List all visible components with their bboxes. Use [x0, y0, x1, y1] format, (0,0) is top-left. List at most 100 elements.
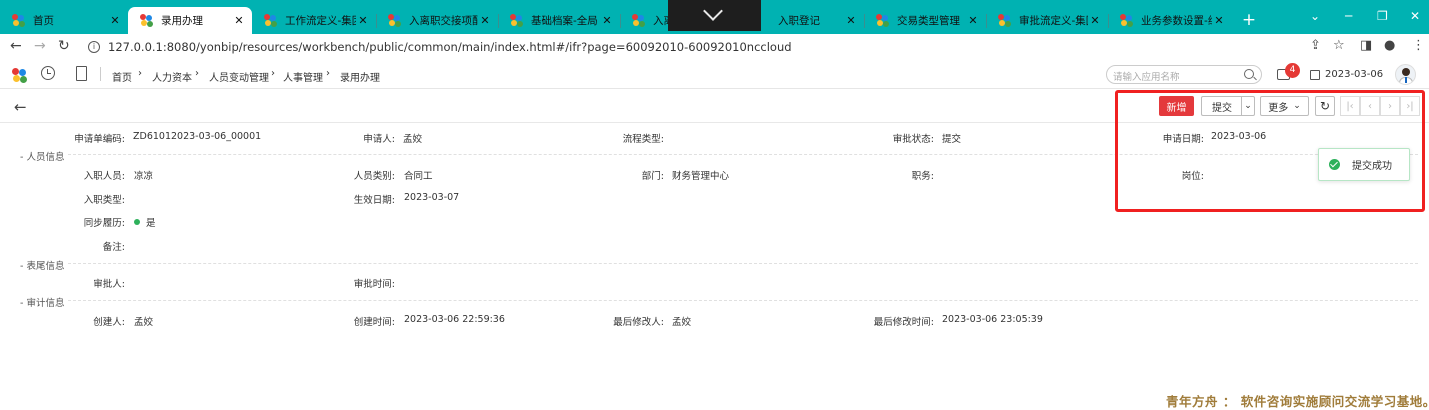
close-icon[interactable]: ✕ [356, 14, 370, 27]
yonyou-favicon-icon [12, 14, 25, 27]
tab-title: 入职登记 [778, 15, 820, 27]
breadcrumb-personnel-mgmt[interactable]: 人事管理 [283, 69, 323, 84]
entrant-label: 入职人员: [83, 171, 125, 182]
yonyou-favicon-icon [264, 14, 277, 27]
yonyou-logo-icon[interactable] [12, 68, 27, 83]
sync-resume-label: 同步履历: [83, 218, 125, 229]
history-clock-icon[interactable] [41, 66, 55, 80]
tab-title: 交易类型管理 [897, 15, 960, 27]
creator-label: 创建人: [93, 317, 125, 328]
breadcrumb-current: 录用办理 [340, 73, 380, 84]
modify-time-value: 2023-03-06 23:05:39 [942, 314, 1043, 325]
close-icon[interactable]: ✕ [108, 14, 122, 27]
browser-tab-transaction-type[interactable]: 交易类型管理 ✕ [864, 7, 986, 34]
tab-title: 录用办理 [161, 15, 203, 27]
remark-label: 备注: [102, 242, 125, 253]
modifier-value: 孟姣 [672, 317, 692, 328]
reload-icon[interactable]: ↻ [58, 38, 70, 54]
status-dot-icon [134, 219, 140, 225]
app-search-input[interactable]: 请输入应用名称 [1106, 65, 1262, 84]
applicant-label: 申请人: [363, 134, 395, 145]
back-arrow-icon[interactable]: ← [14, 98, 27, 116]
new-tab-button[interactable]: + [1240, 10, 1258, 30]
side-panel-icon[interactable]: ◨ [1360, 38, 1372, 53]
breadcrumb-separator-icon: › [195, 68, 199, 79]
tab-title: 入离职交接项配置 [409, 15, 478, 27]
close-icon[interactable]: ✕ [966, 14, 980, 27]
yonyou-favicon-icon [1120, 14, 1133, 27]
yonyou-favicon-icon [140, 14, 153, 27]
watermark-text: 青年方舟 ： 软件咨询实施顾问交流学习基地。 [1166, 394, 1429, 409]
modify-time-label: 最后修改时间: [873, 317, 934, 328]
breadcrumb-personnel-change[interactable]: 人员变动管理 [209, 69, 269, 84]
tab-search-chevron-icon[interactable]: ⌄ [1310, 9, 1320, 23]
dept-label: 部门: [641, 171, 664, 182]
section-person-info[interactable]: - 人员信息 [20, 149, 64, 163]
notification-badge[interactable]: 4 [1285, 63, 1300, 78]
site-info-icon[interactable]: i [88, 41, 100, 53]
back-icon[interactable]: ← [10, 38, 22, 54]
browser-tab-hire-processing[interactable]: 录用办理 ✕ [128, 7, 252, 34]
breadcrumb-separator-icon: › [138, 68, 142, 79]
breadcrumb-home[interactable]: 首页 [112, 69, 132, 84]
browser-tab-business-params[interactable]: 业务参数设置-组织 ✕ [1108, 7, 1232, 34]
breadcrumb-separator-icon: › [326, 68, 330, 79]
person-type-value: 合同工 [404, 171, 433, 182]
person-type-label: 人员类别: [353, 171, 395, 182]
search-icon[interactable] [1244, 69, 1254, 79]
yonyou-favicon-icon [632, 14, 645, 27]
section-tail-info[interactable]: - 表尾信息 [20, 258, 64, 272]
url-text[interactable]: 127.0.0.1:8080/yonbip/resources/workbenc… [108, 40, 792, 54]
approve-time-label: 审批时间: [353, 279, 395, 290]
entry-type-label: 入职类型: [83, 195, 125, 206]
browser-tab-approval-flow[interactable]: 审批流定义-集团 ✕ [986, 7, 1108, 34]
approve-status-label: 审批状态: [892, 134, 934, 145]
profile-icon[interactable]: ● [1384, 38, 1395, 53]
yonyou-favicon-icon [876, 14, 889, 27]
applicant-value: 孟姣 [403, 134, 423, 145]
browser-tab-home[interactable]: 首页 ✕ [0, 7, 128, 34]
share-icon[interactable]: ⇪ [1310, 38, 1321, 53]
tab-title: 审批流定义-集团 [1019, 15, 1088, 27]
highlight-annotation-box [1115, 90, 1425, 212]
avatar[interactable] [1395, 64, 1416, 85]
restore-icon[interactable]: ❐ [1377, 9, 1388, 23]
bookmark-star-icon[interactable]: ☆ [1333, 38, 1345, 53]
document-icon[interactable] [76, 66, 87, 81]
minimize-icon[interactable]: ─ [1345, 9, 1352, 23]
breadcrumb-hr[interactable]: 人力资本 [152, 69, 192, 84]
menu-kebab-icon[interactable]: ⋮ [1412, 38, 1425, 53]
close-icon[interactable]: ✕ [232, 14, 246, 27]
effective-date-label: 生效日期: [353, 195, 395, 206]
breadcrumb-separator-icon: › [271, 68, 275, 79]
yonyou-favicon-icon [510, 14, 523, 27]
dept-value: 财务管理中心 [672, 171, 730, 182]
close-icon[interactable]: ✕ [1212, 14, 1226, 27]
close-icon[interactable]: ✕ [844, 14, 858, 27]
creator-value: 孟姣 [134, 317, 154, 328]
app-header: 首页 › 人力资本 › 人员变动管理 › 人事管理 › 录用办理 请输入应用名称… [0, 61, 1429, 89]
tab-title: 基础档案-全局 [531, 15, 598, 27]
browser-tab-handover-config[interactable]: 入离职交接项配置 ✕ [376, 7, 498, 34]
calendar-icon[interactable] [1310, 70, 1320, 80]
browser-tab-base-archive[interactable]: 基础档案-全局 ✕ [498, 7, 620, 34]
process-type-label: 流程类型: [622, 134, 664, 145]
address-bar[interactable]: i 127.0.0.1:8080/yonbip/resources/workbe… [80, 37, 1300, 57]
search-placeholder: 请输入应用名称 [1113, 72, 1180, 83]
sync-resume-text: 是 [146, 218, 156, 229]
yonyou-favicon-icon [998, 14, 1011, 27]
close-icon[interactable]: ✕ [1088, 14, 1102, 27]
modifier-label: 最后修改人: [613, 317, 664, 328]
close-window-icon[interactable]: ✕ [1410, 9, 1420, 23]
effective-date-value: 2023-03-07 [404, 192, 460, 203]
close-icon[interactable]: ✕ [478, 14, 492, 27]
create-time-label: 创建时间: [353, 317, 395, 328]
close-icon[interactable]: ✕ [600, 14, 614, 27]
browser-tab-strip: 首页 ✕ 录用办理 ✕ 工作流定义-集团 ✕ 入离职交接项配置 ✕ 基础档案-全… [0, 0, 1429, 34]
tab-title: 首页 [33, 15, 54, 27]
browser-tab-workflow-def[interactable]: 工作流定义-集团 ✕ [252, 7, 376, 34]
forward-icon[interactable]: → [34, 38, 46, 54]
tab-title: 工作流定义-集团 [285, 15, 356, 27]
business-date[interactable]: 2023-03-06 [1325, 69, 1383, 80]
section-audit-info[interactable]: - 审计信息 [20, 295, 64, 309]
